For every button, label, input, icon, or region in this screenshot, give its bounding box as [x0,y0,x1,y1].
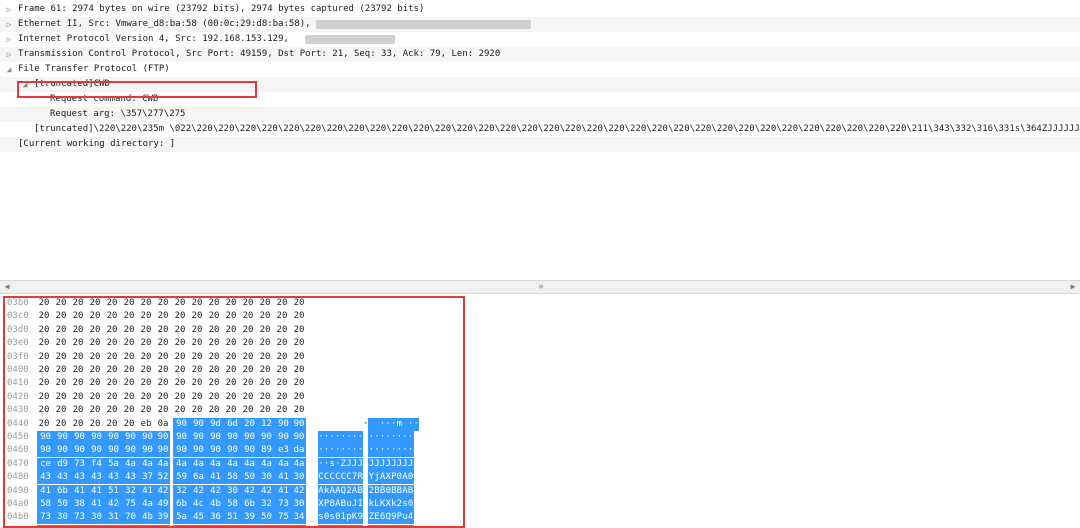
detail-row[interactable]: ▷ Ethernet II, Src: Vmware_d8:ba:58 (00:0… [0,17,1080,32]
pane-splitter[interactable]: ◀ ≡ ▶ [0,280,1080,294]
detail-row[interactable]: [truncated]\220\220\235m \022\220\220\22… [0,122,1080,137]
detail-row-label: Request arg: \357\277\275 [50,109,186,119]
highlight-box-request-command [17,81,257,98]
expand-arrow-icon[interactable]: ▷ [4,2,14,17]
detail-row[interactable]: ▷ Internet Protocol Version 4, Src: 192.1… [0,32,1080,47]
detail-row-label: Internet Protocol Version 4, Src: 192.16… [18,34,289,44]
detail-row-label: File Transfer Protocol (FTP) [18,64,170,74]
detail-row[interactable]: ▷ Transmission Control Protocol, Src Port… [0,47,1080,62]
detail-row[interactable]: Request arg: \357\277\275 [0,107,1080,122]
packet-details-pane[interactable]: ▷ Frame 61: 2974 bytes on wire (23792 bit… [0,0,1080,278]
highlight-box-hex-dump [3,296,465,528]
scroll-right-icon[interactable]: ▶ [1068,282,1078,292]
redacted-blur [316,20,531,29]
detail-row-label: [Current working directory: ] [18,139,176,149]
expand-arrow-icon[interactable]: ▷ [4,17,14,32]
packet-bytes-pane[interactable]: 03b0 20 20 20 20 20 20 20 20 20 20 20 20 20 20 20 20 03c0… [0,296,1080,528]
detail-row-label: [truncated]\220\220\235m \022\220\220\22… [34,124,1080,134]
expand-arrow-icon[interactable]: ▷ [4,32,14,47]
expand-arrow-icon[interactable]: ▷ [4,47,14,62]
redacted-blur [305,35,395,44]
splitter-grip-icon[interactable]: ≡ [535,283,547,291]
detail-row[interactable]: ▷ Frame 61: 2974 bytes on wire (23792 bit… [0,2,1080,17]
detail-row[interactable]: ◢ File Transfer Protocol (FTP) [0,62,1080,77]
detail-row-label: Transmission Control Protocol, Src Port:… [18,49,501,59]
collapse-arrow-icon[interactable]: ◢ [4,62,14,77]
detail-row[interactable]: [Current working directory: ] [0,137,1080,152]
detail-row-label: Ethernet II, Src: Vmware_d8:ba:58 (00:0c… [18,19,311,29]
detail-row-label: Frame 61: 2974 bytes on wire (23792 bits… [18,4,425,14]
scroll-left-icon[interactable]: ◀ [2,282,12,292]
